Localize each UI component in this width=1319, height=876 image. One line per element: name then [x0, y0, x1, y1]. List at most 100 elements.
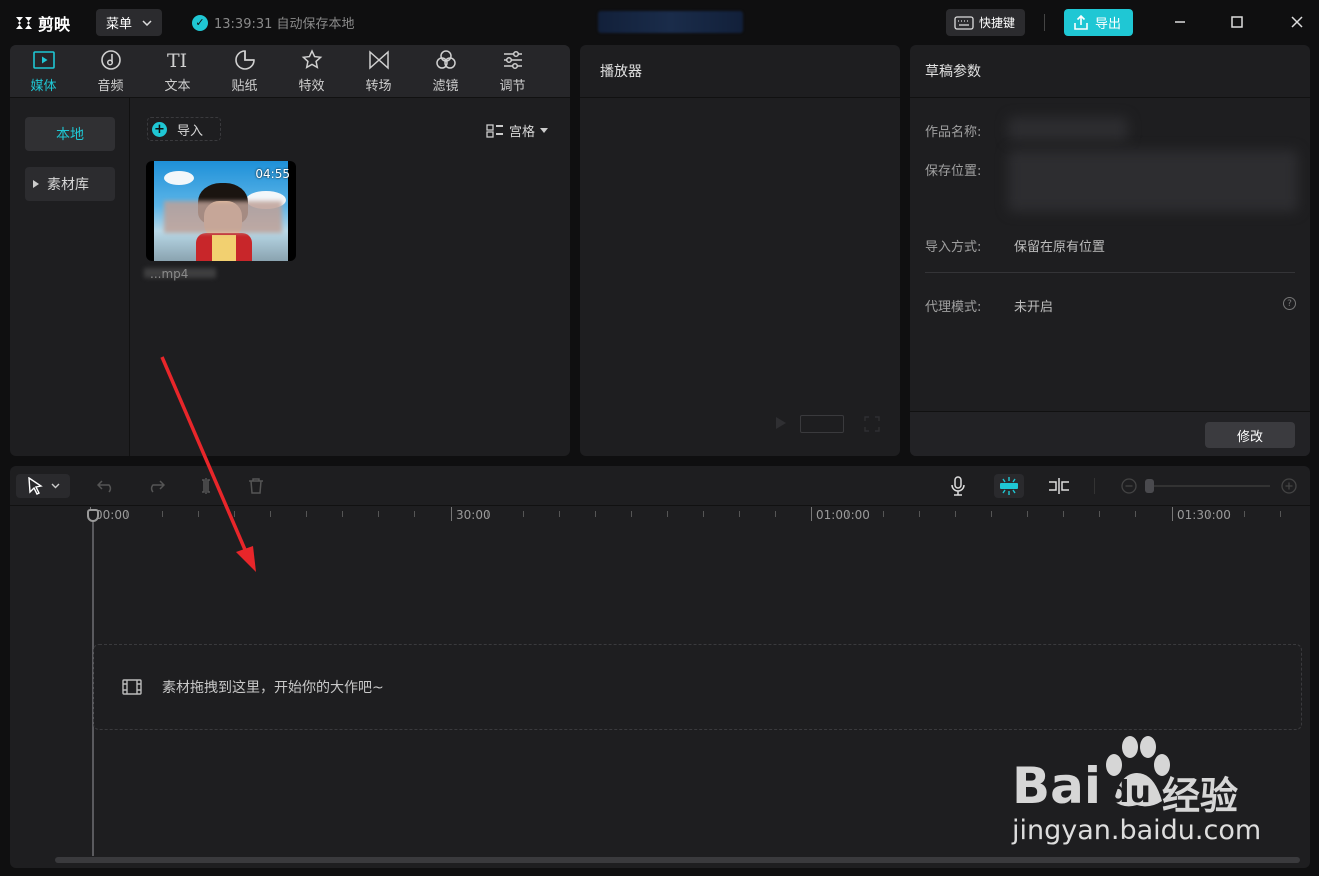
ruler-label: 01:00:00	[816, 508, 870, 522]
timeline-drop-zone[interactable]: 素材拖拽到这里，开始你的大作吧~	[93, 644, 1302, 730]
tab-text[interactable]: TI 文本	[144, 45, 211, 98]
timeline-toolbar	[10, 466, 1310, 506]
cursor-icon	[27, 477, 43, 495]
export-icon	[1074, 14, 1088, 30]
import-label: 导入	[177, 123, 204, 139]
caret-right-icon	[33, 180, 39, 188]
close-icon	[1291, 16, 1303, 28]
save-location-label: 保存位置:	[925, 164, 982, 179]
player-header: 播放器	[580, 45, 900, 98]
record-audio-button[interactable]	[946, 474, 970, 498]
project-name-redacted	[1008, 117, 1128, 141]
watermark-cn: 经验	[1162, 774, 1239, 818]
sidebar-item-local[interactable]: 本地	[25, 117, 115, 151]
maximize-icon	[1231, 16, 1243, 28]
view-mode-label: 宫格	[509, 125, 536, 140]
tab-transition[interactable]: 转场	[345, 45, 412, 98]
sidebar-item-library[interactable]: 素材库	[25, 167, 115, 201]
tab-filter[interactable]: 滤镜	[412, 45, 479, 98]
tab-effects[interactable]: 特效	[278, 45, 345, 98]
import-mode-value: 保留在原有位置	[1014, 240, 1106, 255]
draft-settings-panel: 草稿参数 作品名称: 保存位置: 导入方式: 保留在原有位置 代理模式: 未开启…	[910, 45, 1310, 456]
modify-button[interactable]: 修改	[1205, 422, 1295, 448]
chevron-down-icon	[51, 483, 59, 489]
split-button[interactable]	[194, 474, 218, 498]
sticker-icon	[234, 50, 255, 70]
proxy-mode-label: 代理模式:	[925, 300, 982, 315]
player-title: 播放器	[600, 64, 642, 80]
audio-icon	[100, 50, 121, 70]
play-icon[interactable]	[773, 416, 787, 430]
auto-snap-toggle[interactable]	[994, 474, 1024, 498]
fullscreen-icon[interactable]	[864, 416, 880, 432]
tab-label: 文本	[164, 79, 191, 94]
proxy-mode-value: 未开启	[1014, 300, 1054, 315]
tab-sticker[interactable]: 贴纸	[211, 45, 278, 98]
plus-icon: +	[152, 121, 167, 137]
tab-label: 滤镜	[432, 79, 459, 94]
maximize-button[interactable]	[1224, 9, 1250, 35]
drop-hint: 素材拖拽到这里，开始你的大作吧~	[162, 680, 384, 696]
player-panel: 播放器	[580, 45, 900, 456]
import-mode-label: 导入方式:	[925, 240, 982, 255]
media-sidebar: 本地 素材库	[10, 98, 130, 456]
capcut-logo-icon	[16, 17, 32, 29]
horizontal-scrollbar[interactable]	[55, 857, 1300, 863]
tab-audio[interactable]: 音频	[77, 45, 144, 98]
timeline-ruler[interactable]: 00:00 30:00 01:00:00 01:30:00	[90, 507, 1305, 527]
split-icon	[202, 478, 210, 494]
import-button[interactable]: + 导入	[147, 117, 221, 141]
minimize-button[interactable]	[1167, 9, 1193, 35]
delete-button[interactable]	[244, 474, 268, 498]
baidu-jingyan-watermark: Bai du 经验 jingyan.baidu.com	[1012, 735, 1272, 855]
select-tool-dropdown[interactable]	[16, 474, 70, 498]
project-title-redacted	[598, 11, 743, 33]
transition-icon	[368, 50, 389, 70]
draft-footer: 修改	[910, 411, 1310, 456]
title-bar: 剪映 菜单 ✓ 13:39:31 自动保存本地 快捷键 导出	[0, 0, 1319, 44]
text-icon: TI	[167, 50, 187, 71]
menu-label: 菜单	[106, 17, 133, 32]
autosave-text: 13:39:31 自动保存本地	[214, 17, 355, 32]
redo-button[interactable]	[144, 474, 168, 498]
undo-button[interactable]	[94, 474, 118, 498]
tab-adjust[interactable]: 调节	[479, 45, 546, 98]
clip-duration: 04:55	[255, 167, 290, 181]
shortcut-button[interactable]: 快捷键	[946, 9, 1025, 36]
media-panel: 媒体 音频 TI 文本 贴纸 特效 转场 滤镜 调节 本地 素材库 + 导入 宫…	[10, 45, 570, 456]
media-clip-thumbnail[interactable]: 04:55	[146, 161, 296, 261]
adjust-icon	[503, 50, 522, 70]
watermark-brand-du: du	[1108, 775, 1151, 810]
svg-text:TI: TI	[167, 50, 187, 71]
watermark-url: jingyan.baidu.com	[1012, 815, 1262, 846]
divider	[1094, 478, 1095, 494]
view-mode-dropdown[interactable]: 宫格	[486, 121, 549, 140]
tab-label: 媒体	[30, 79, 57, 94]
effects-icon	[301, 49, 322, 69]
sidebar-item-label: 本地	[56, 127, 84, 143]
tab-label: 调节	[499, 79, 526, 94]
link-split-icon	[1049, 478, 1069, 494]
zoom-slider[interactable]	[1145, 485, 1270, 487]
zoom-in-icon[interactable]	[1281, 478, 1297, 494]
app-logo: 剪映	[14, 11, 70, 35]
grid-icon	[486, 123, 503, 138]
aspect-ratio-button[interactable]	[800, 415, 844, 433]
zoom-out-icon[interactable]	[1121, 478, 1137, 494]
help-icon[interactable]: ?	[1283, 297, 1296, 310]
playhead-handle[interactable]	[87, 509, 99, 522]
minimize-icon	[1175, 21, 1185, 23]
tab-media[interactable]: 媒体	[10, 45, 77, 98]
undo-icon	[97, 480, 112, 493]
linkage-toggle[interactable]	[1046, 474, 1072, 498]
redacted-overlay	[164, 201, 282, 233]
close-button[interactable]	[1284, 9, 1310, 35]
media-tabs: 媒体 音频 TI 文本 贴纸 特效 转场 滤镜 调节	[10, 45, 570, 98]
modify-label: 修改	[1236, 429, 1263, 445]
autosave-status: ✓ 13:39:31 自动保存本地	[192, 13, 355, 32]
zoom-slider-handle[interactable]	[1145, 479, 1154, 493]
menu-button[interactable]: 菜单	[96, 9, 162, 36]
export-button[interactable]: 导出	[1064, 9, 1133, 36]
app-name: 剪映	[38, 15, 71, 34]
snap-icon	[1000, 477, 1018, 495]
